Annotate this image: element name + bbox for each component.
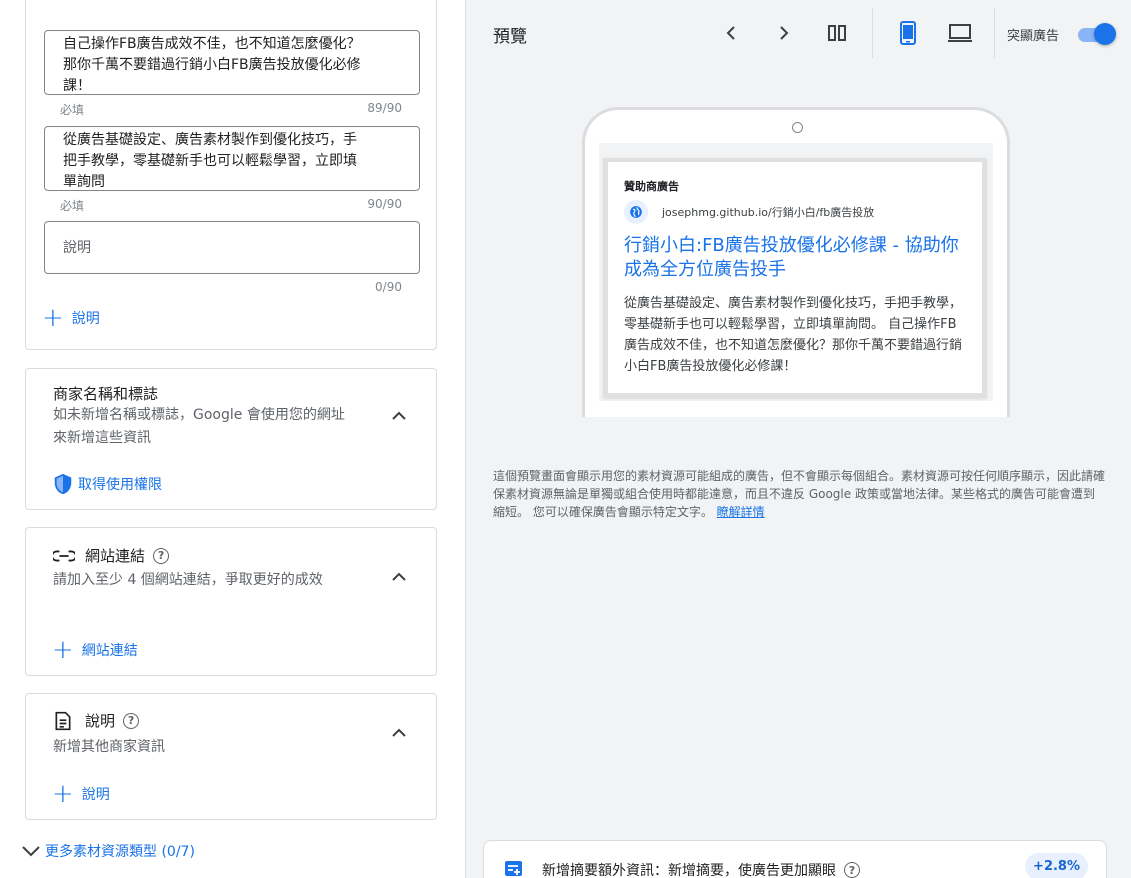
chevron-left-icon bbox=[726, 26, 735, 40]
ad-preview-card: 贊助商廣告 josephmg.github.io/行銷小白/fb廣告投放 行銷小… bbox=[603, 158, 987, 398]
help-icon[interactable]: ? bbox=[153, 547, 170, 564]
sitelinks-desc: 請加入至少 4 個網站連結，爭取更好的成效 bbox=[53, 572, 323, 588]
laptop-icon bbox=[948, 24, 972, 42]
sitelinks-card: 網站連結 ? 請加入至少 4 個網站連結，爭取更好的成效 + 網站連結 bbox=[25, 527, 437, 676]
add-description-button[interactable]: + 說明 bbox=[42, 303, 100, 333]
char-counter-3: 0/90 bbox=[375, 280, 402, 294]
get-access-label: 取得使用權限 bbox=[78, 477, 162, 493]
add-callout-button[interactable]: + 說明 bbox=[52, 779, 110, 809]
description-field-1[interactable]: 自己操作FB廣告成效不佳，也不知道怎麼優化？那你千萬不要錯過行銷小白FB廣告投放… bbox=[44, 30, 420, 95]
description-field-3-placeholder: 說明 bbox=[63, 240, 91, 256]
columns-view-button[interactable] bbox=[824, 20, 850, 46]
description-field-1-value: 自己操作FB廣告成效不佳，也不知道怎麼優化？那你千萬不要錯過行銷小白FB廣告投放… bbox=[63, 36, 361, 94]
suggestion-text: 新增摘要額外資訊：新增摘要，使廣告更加顯眼 bbox=[542, 863, 836, 878]
columns-icon bbox=[828, 25, 846, 41]
required-helper-1: 必填 bbox=[60, 103, 85, 117]
highlight-ads-toggle[interactable] bbox=[1076, 23, 1116, 45]
plus-icon: + bbox=[42, 303, 64, 333]
ad-headline[interactable]: 行銷小白:FB廣告投放優化必修課 - 協助你成為全方位廣告投手 bbox=[624, 234, 964, 282]
preview-toolbar: 預覽 突顯廣告 bbox=[466, 0, 1131, 66]
more-asset-types-button[interactable]: 更多素材資源類型 (0/7) bbox=[22, 841, 195, 861]
required-helper-2: 必填 bbox=[60, 199, 85, 213]
get-access-button[interactable]: 取得使用權限 bbox=[52, 473, 162, 495]
add-sitelink-label: 網站連結 bbox=[81, 643, 138, 659]
char-counter-1: 89/90 bbox=[367, 101, 402, 115]
toolbar-divider bbox=[994, 8, 995, 58]
previous-button[interactable] bbox=[718, 20, 744, 46]
ad-display-url: josephmg.github.io/行銷小白/fb廣告投放 bbox=[662, 206, 875, 219]
add-extension-suggestion[interactable]: 新增摘要額外資訊：新增摘要，使廣告更加顯眼 ? +2.8% bbox=[483, 840, 1107, 878]
learn-more-link[interactable]: 瞭解詳情 bbox=[717, 505, 765, 519]
preview-notice: 這個預覽畫面會顯示用您的素材資源可能組成的廣告，但不會顯示每個組合。素材資源可按… bbox=[493, 467, 1105, 521]
shield-icon bbox=[54, 473, 72, 495]
chevron-down-icon bbox=[22, 846, 40, 857]
plus-icon: + bbox=[52, 635, 74, 665]
uplift-badge: +2.8% bbox=[1025, 853, 1088, 878]
preview-panel: 預覽 突顯廣告 贊助商廣告 josephmg.github.io/行銷小白/fb… bbox=[465, 0, 1131, 878]
add-callout-label: 說明 bbox=[81, 787, 110, 803]
chevron-right-icon bbox=[780, 26, 789, 40]
add-note-icon bbox=[505, 861, 522, 876]
phone-mockup: 贊助商廣告 josephmg.github.io/行銷小白/fb廣告投放 行銷小… bbox=[582, 107, 1010, 417]
callouts-title-row: 說明 ? bbox=[53, 710, 140, 731]
toolbar-divider bbox=[872, 8, 873, 58]
next-button[interactable] bbox=[771, 20, 797, 46]
link-icon bbox=[53, 550, 75, 561]
sponsored-label: 贊助商廣告 bbox=[624, 180, 679, 193]
descriptions-card: 自己操作FB廣告成效不佳，也不知道怎麼優化？那你千萬不要錯過行銷小白FB廣告投放… bbox=[25, 0, 437, 350]
business-section-desc: 如未新增名稱或標誌，Google 會使用您的網址來新增這些資訊 bbox=[53, 407, 345, 446]
asset-editor-panel: 自己操作FB廣告成效不佳，也不知道怎麼優化？那你千萬不要錯過行銷小白FB廣告投放… bbox=[0, 0, 465, 878]
highlight-ads-label: 突顯廣告 bbox=[1007, 29, 1060, 44]
smartphone-icon bbox=[900, 21, 916, 45]
char-counter-2: 90/90 bbox=[367, 197, 402, 211]
description-field-3[interactable]: 說明 bbox=[44, 221, 420, 274]
sitelinks-title-row: 網站連結 ? bbox=[53, 545, 170, 566]
phone-screen: 贊助商廣告 josephmg.github.io/行銷小白/fb廣告投放 行銷小… bbox=[599, 143, 993, 401]
business-name-logo-card: 商家名稱和標誌 如未新增名稱或標誌，Google 會使用您的網址來新增這些資訊 … bbox=[25, 368, 437, 510]
preview-title: 預覽 bbox=[493, 27, 527, 47]
add-description-label: 說明 bbox=[71, 311, 100, 327]
description-field-2[interactable]: 從廣告基礎設定、廣告素材製作到優化技巧，手把手教學，零基礎新手也可以輕鬆學習，立… bbox=[44, 126, 420, 191]
preview-notice-text: 這個預覽畫面會顯示用您的素材資源可能組成的廣告，但不會顯示每個組合。素材資源可按… bbox=[493, 469, 1106, 519]
toggle-knob bbox=[1094, 23, 1116, 45]
camera-dot bbox=[792, 122, 803, 133]
callouts-title: 說明 bbox=[85, 712, 116, 730]
add-sitelink-button[interactable]: + 網站連結 bbox=[52, 635, 138, 665]
plus-icon: + bbox=[52, 779, 74, 809]
callouts-card: 說明 ? 新增其他商家資訊 + 說明 bbox=[25, 693, 437, 820]
business-section-title: 商家名稱和標誌 bbox=[53, 385, 159, 403]
help-icon[interactable]: ? bbox=[123, 712, 140, 729]
more-asset-types-label: 更多素材資源類型 (0/7) bbox=[45, 844, 195, 860]
ad-description: 從廣告基礎設定、廣告素材製作到優化技巧，手把手教學，零基礎新手也可以輕鬆學習，立… bbox=[624, 296, 963, 374]
sitelinks-title: 網站連結 bbox=[85, 547, 146, 565]
document-icon bbox=[55, 711, 71, 730]
mobile-preview-button[interactable] bbox=[895, 20, 921, 46]
callouts-desc: 新增其他商家資訊 bbox=[53, 739, 165, 755]
chevron-up-icon[interactable] bbox=[392, 409, 406, 423]
description-field-2-value: 從廣告基礎設定、廣告素材製作到優化技巧，手把手教學，零基礎新手也可以輕鬆學習，立… bbox=[63, 132, 357, 190]
ad-url-row: josephmg.github.io/行銷小白/fb廣告投放 bbox=[624, 200, 874, 224]
help-icon[interactable]: ? bbox=[844, 862, 860, 878]
desktop-preview-button[interactable] bbox=[947, 20, 973, 46]
chevron-up-icon[interactable] bbox=[392, 570, 406, 584]
globe-icon bbox=[624, 200, 648, 224]
suggestion-text-row: 新增摘要額外資訊：新增摘要，使廣告更加顯眼 ? bbox=[542, 860, 860, 878]
chevron-up-icon[interactable] bbox=[392, 726, 406, 740]
